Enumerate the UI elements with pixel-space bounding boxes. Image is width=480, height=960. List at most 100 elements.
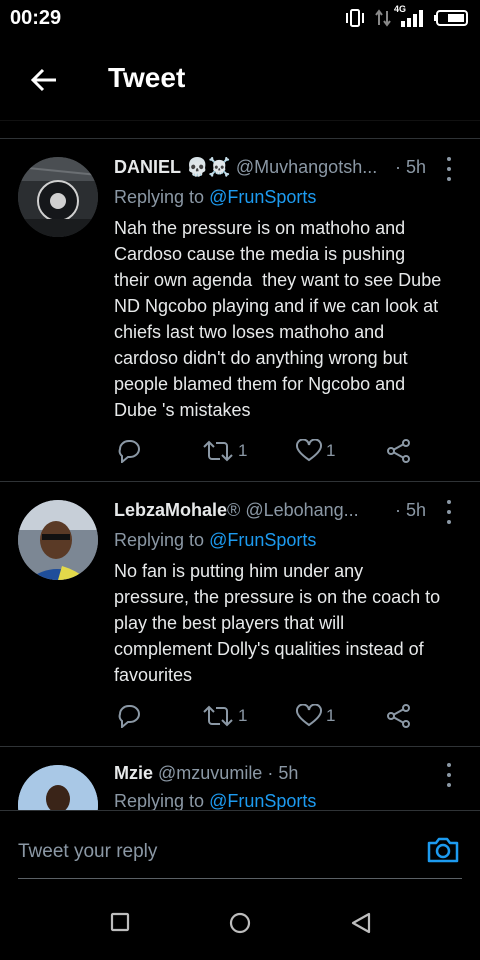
avatar[interactable] [18, 500, 98, 580]
tweet-item[interactable]: LebzaMohale® @Lebohang... · 5h Replying … [0, 482, 480, 746]
reply-composer: Tweet your reply [0, 810, 480, 881]
separator: · [394, 500, 401, 520]
replying-label: Replying to [114, 187, 205, 207]
tweet-header: LebzaMohale® @Lebohang... [114, 500, 424, 526]
text-line: pressure, the pressure is on the coach t… [114, 587, 441, 607]
more-vertical-icon [447, 157, 451, 161]
signal-icon: 4G [394, 4, 426, 28]
user-handle[interactable]: @Lebohang... [245, 500, 358, 520]
more-vertical-icon [447, 763, 451, 767]
more-options-button[interactable] [444, 500, 454, 524]
system-back-button[interactable] [350, 912, 372, 939]
text-line: favourites [114, 665, 193, 685]
tweet-actions: 1 1 [114, 701, 424, 731]
system-nav-bar [0, 890, 480, 960]
name-emojis: ® [227, 500, 241, 520]
tweet-item[interactable]: DANIEL 💀☠️ @Muvhangotsh... · 5h Replying… [0, 139, 480, 481]
text-line: their own agenda they want to see Dube [114, 270, 442, 290]
triangle-back-icon [351, 912, 371, 934]
separator: · [394, 157, 401, 177]
arrow-left-icon [30, 68, 56, 92]
tweet-actions: 1 1 [114, 436, 424, 466]
retweet-button[interactable]: 1 [202, 436, 247, 466]
tweet-text: Nah the pressure is on mathoho and Cardo… [114, 215, 470, 423]
replying-label: Replying to [114, 791, 205, 810]
text-line: chiefs last two loses mathoho and [114, 322, 385, 342]
like-button[interactable]: 1 [296, 701, 335, 731]
avatar[interactable] [18, 157, 98, 237]
more-options-button[interactable] [444, 157, 454, 181]
text-line: No fan is putting him under any [114, 561, 364, 581]
text-line: people blamed them for Ngcobo and [114, 374, 406, 394]
share-button[interactable] [386, 436, 412, 466]
reply-icon [118, 440, 140, 463]
time-ago: 5h [405, 500, 426, 520]
tweet-header: Mzie @mzuvumile · 5h [114, 763, 424, 789]
time-ago: 5h [278, 763, 299, 783]
network-type: 4G [394, 4, 407, 14]
text-line: Dube 's mistakes [114, 400, 251, 420]
like-button[interactable]: 1 [296, 436, 335, 466]
reply-button[interactable] [116, 701, 142, 731]
user-handle[interactable]: @Muvhangotsh... [236, 157, 377, 177]
share-icon [387, 439, 410, 463]
timestamp: · 5h [395, 500, 426, 521]
tweet-header: DANIEL 💀☠️ @Muvhangotsh... [114, 157, 424, 183]
like-count: 1 [326, 441, 336, 460]
data-transfer-icon [375, 9, 391, 27]
circle-icon [229, 912, 251, 934]
square-icon [110, 912, 130, 932]
retweet-button[interactable]: 1 [202, 701, 247, 731]
heart-icon [296, 439, 322, 462]
replying-label: Replying to [114, 530, 205, 550]
replying-to: Replying to @FrunSports [114, 187, 316, 208]
camera-icon [427, 837, 459, 863]
separator: · [267, 763, 274, 783]
text-line: Nah the pressure is on mathoho and [114, 218, 406, 238]
more-options-button[interactable] [444, 763, 454, 787]
text-line: complement Dolly's qualities instead of [114, 639, 424, 659]
page-title: Tweet [108, 62, 186, 93]
timestamp: · 5h [395, 157, 426, 178]
status-bar: 00:29 4G [0, 0, 480, 36]
reply-input-underline [18, 878, 462, 879]
name-emojis: 💀☠️ [186, 157, 231, 177]
back-button[interactable] [24, 60, 64, 100]
recents-button[interactable] [110, 912, 130, 937]
reply-input[interactable]: Tweet your reply [18, 841, 157, 863]
divider [0, 120, 480, 121]
display-name[interactable]: LebzaMohale [114, 500, 227, 520]
camera-button[interactable] [426, 835, 460, 870]
top-app-bar: Tweet [0, 36, 480, 120]
replying-to: Replying to @FrunSports [114, 791, 316, 810]
retweet-count: 1 [238, 706, 248, 725]
retweet-icon [203, 705, 233, 727]
home-button[interactable] [229, 912, 251, 939]
retweet-icon [203, 440, 233, 462]
share-icon [387, 704, 410, 728]
text-line: Cardoso cause the media is pushing [114, 244, 406, 264]
retweet-count: 1 [238, 441, 248, 460]
avatar[interactable] [18, 765, 98, 810]
mention-link[interactable]: @FrunSports [209, 530, 316, 550]
user-handle[interactable]: @mzuvumile [158, 763, 262, 783]
status-time: 00:29 [10, 7, 62, 29]
text-line: cardoso didn't do anything wrong but [114, 348, 408, 368]
replying-to: Replying to @FrunSports [114, 530, 316, 551]
mention-link[interactable]: @FrunSports [209, 791, 316, 810]
vibrate-icon [346, 9, 364, 27]
share-button[interactable] [386, 701, 412, 731]
like-count: 1 [326, 706, 336, 725]
text-line: play the best players that will [114, 613, 345, 633]
tweet-text: No fan is putting him under any pressure… [114, 558, 470, 688]
status-icons: 4G [344, 4, 470, 30]
reply-icon [118, 705, 140, 728]
display-name[interactable]: DANIEL [114, 157, 181, 177]
heart-icon [296, 704, 322, 727]
mention-link[interactable]: @FrunSports [209, 187, 316, 207]
reply-button[interactable] [116, 436, 142, 466]
time-ago: 5h [405, 157, 426, 177]
display-name[interactable]: Mzie [114, 763, 153, 783]
more-vertical-icon [447, 500, 451, 504]
tweet-item[interactable]: Mzie @mzuvumile · 5h Replying to @FrunSp… [0, 747, 480, 810]
